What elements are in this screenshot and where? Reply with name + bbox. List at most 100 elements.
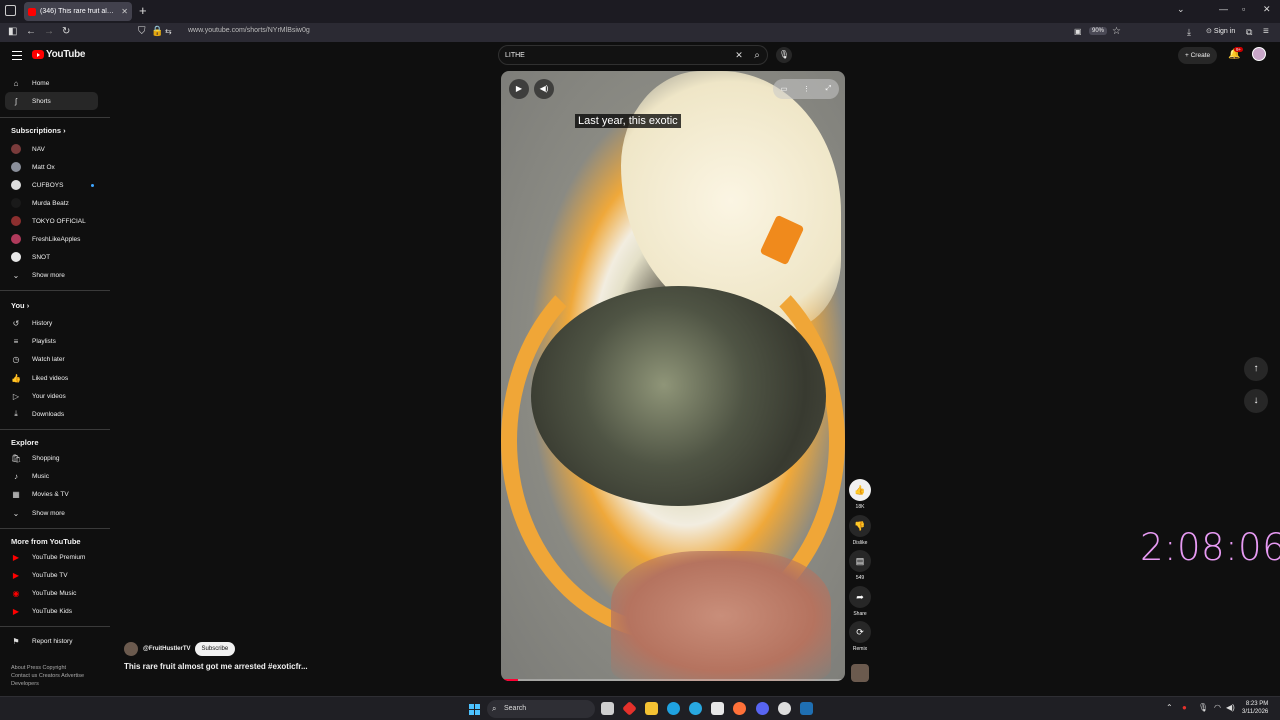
sound-thumbnail[interactable] (851, 664, 869, 682)
guide-item-watch-later[interactable]: ◷ Watch later (5, 350, 98, 368)
edge-alt-icon[interactable] (689, 702, 702, 715)
channel-name[interactable]: @FruitHustlerTV (143, 646, 191, 652)
close-tab-icon[interactable]: ✕ (121, 7, 128, 16)
downloads-icon[interactable]: ⤓ (1187, 26, 1191, 38)
new-tab-icon[interactable]: + (139, 3, 147, 19)
comments-action[interactable]: ▤ 549 (849, 550, 871, 581)
show-more-explore[interactable]: ⌄ Show more (5, 504, 98, 522)
fullscreen-icon[interactable]: ⤢ (826, 85, 832, 93)
clear-search-icon[interactable]: ✕ (731, 50, 747, 61)
windows-start-icon[interactable] (469, 704, 480, 715)
back-icon[interactable]: ← (26, 26, 36, 38)
sidebar-item-nav[interactable]: NAV (5, 140, 98, 158)
file-explorer-icon[interactable] (645, 702, 658, 715)
like-icon[interactable]: 👍 (849, 479, 871, 501)
captions-icon[interactable]: ▭ (781, 85, 788, 93)
share-icon[interactable]: ➦ (849, 586, 871, 608)
you-header[interactable]: You › (11, 301, 29, 310)
guide-item-youtube-kids[interactable]: ▶ YouTube Kids (5, 602, 98, 620)
wifi-icon[interactable]: ◠ (1214, 703, 1221, 712)
extensions-icon[interactable]: ⧉ (1246, 26, 1252, 38)
guide-item-your-videos[interactable]: ▷ Your videos (5, 387, 98, 405)
guide-item-report-history[interactable]: ⚑ Report history (5, 632, 98, 650)
permissions-icon[interactable]: ⇆ (165, 26, 172, 38)
voice-search-icon[interactable]: 🎙 (776, 47, 792, 63)
minimize-icon[interactable]: — (1219, 4, 1228, 14)
search-box[interactable]: LITHE ✕ ⌕ (498, 45, 768, 65)
browser-tab[interactable]: (346) This rare fruit almost got ✕ (24, 2, 132, 21)
youtube-logo[interactable]: YouTube (32, 49, 86, 60)
guide-item-youtube-music[interactable]: ◉ YouTube Music (5, 584, 98, 602)
url-bar[interactable]: www.youtube.com/shorts/NYrMlBsiw0g (188, 27, 310, 34)
next-short-arrow-down-icon[interactable]: ↓ (1244, 389, 1268, 413)
steam-icon[interactable] (800, 702, 813, 715)
tray-chevron-up-icon[interactable]: ⌃ (1166, 703, 1173, 712)
guide-item-shopping[interactable]: 🛍 Shopping (5, 449, 98, 467)
guide-item-liked-videos[interactable]: 👍 Liked videos (5, 369, 98, 387)
lock-icon[interactable]: 🔒 (151, 26, 163, 38)
footer-links[interactable]: About Press Copyright (11, 664, 103, 672)
volume-icon[interactable]: ◀) (534, 79, 554, 99)
more-options-icon[interactable]: ⋮ (803, 85, 810, 93)
guide-item-youtube-tv[interactable]: ▶ YouTube TV (5, 566, 98, 584)
show-more-subscriptions[interactable]: ⌄ Show more (5, 266, 98, 284)
comment-icon[interactable]: ▤ (849, 550, 871, 572)
like-action[interactable]: 👍 18K (849, 479, 871, 510)
guide-item-music[interactable]: ♪ Music (5, 467, 98, 485)
discord-icon[interactable] (756, 702, 769, 715)
guide-menu-icon[interactable] (12, 51, 22, 63)
reader-view-icon[interactable]: ▣ (1074, 26, 1082, 38)
guide-item-downloads[interactable]: ⤓ Downloads (5, 405, 98, 423)
footer-links[interactable]: Developers (11, 680, 103, 688)
guide-item-youtube-premium[interactable]: ▶ YouTube Premium (5, 548, 98, 566)
search-icon[interactable]: ⌕ (747, 50, 767, 61)
video-title[interactable]: This rare fruit almost got me arrested #… (124, 662, 308, 671)
dislike-action[interactable]: 👎 Dislike (849, 515, 871, 546)
tab-list-icon[interactable]: ⌄ (1177, 4, 1185, 15)
guide-item-history[interactable]: ↺ History (5, 314, 98, 332)
forward-icon[interactable]: → (44, 26, 54, 38)
sidebar-item-matt-ox[interactable]: Matt Ox (5, 158, 98, 176)
previous-short-arrow-up-icon[interactable]: ↑ (1244, 357, 1268, 381)
taskbar-search[interactable]: ⌕ Search (487, 700, 595, 718)
reload-icon[interactable]: ↻ (62, 26, 70, 38)
tray-app-icon[interactable]: ● (1182, 703, 1187, 712)
subscribe-button[interactable]: Subscribe (194, 642, 236, 656)
play-icon[interactable]: ▶ (509, 79, 529, 99)
firefox-icon[interactable] (733, 702, 746, 715)
guide-item-shorts[interactable]: ʃ Shorts (5, 92, 98, 110)
close-window-icon[interactable]: ✕ (1263, 4, 1271, 15)
browser-signin[interactable]: ⊙ Sign in (1206, 27, 1235, 35)
app-circle-icon[interactable] (778, 702, 791, 715)
share-action[interactable]: ➦ Share (849, 586, 871, 617)
task-view-icon[interactable] (601, 702, 614, 715)
sidebar-item-snot[interactable]: SNOT (5, 248, 98, 266)
volume-icon[interactable]: ◀) (1226, 703, 1235, 712)
edge-icon[interactable] (667, 702, 680, 715)
video-progress-bar[interactable] (501, 679, 845, 681)
sidebar-toggle-icon[interactable] (5, 5, 16, 16)
bookmark-star-icon[interactable]: ☆ (1112, 26, 1121, 38)
store-icon[interactable] (711, 702, 724, 715)
search-input[interactable]: LITHE (505, 52, 731, 59)
sidebar-item-freshlikeapples[interactable]: FreshLikeApples (5, 230, 98, 248)
maximize-icon[interactable]: ▫ (1242, 4, 1245, 14)
guide-item-playlists[interactable]: ≡ Playlists (5, 332, 98, 350)
taskbar-clock[interactable]: 8:23 PM 3/11/2026 (1242, 700, 1268, 716)
sidebar-item-tokyo-official[interactable]: TOKYO OFFICIAL (5, 212, 98, 230)
remix-icon[interactable]: ⟳ (849, 621, 871, 643)
subscriptions-header[interactable]: Subscriptions › (11, 126, 66, 135)
shield-icon[interactable]: ⛉ (138, 26, 146, 38)
channel-avatar[interactable] (124, 642, 138, 656)
app-red-diamond-icon[interactable] (622, 701, 637, 716)
account-avatar[interactable] (1252, 47, 1266, 61)
tray-mic-icon[interactable]: 🎙 (1198, 703, 1208, 712)
zoom-level[interactable]: 90% (1089, 27, 1108, 35)
guide-item-home[interactable]: ⌂ Home (5, 74, 98, 92)
sidebar-item-murda-beatz[interactable]: Murda Beatz (5, 194, 98, 212)
shorts-video-player[interactable]: ▶ ◀) ▭ ⋮ ⤢ Last year, this exotic (501, 71, 845, 681)
guide-item-movies-tv[interactable]: ▦ Movies & TV (5, 485, 98, 503)
dislike-icon[interactable]: 👎 (849, 515, 871, 537)
sidebar-panel-icon[interactable]: ◧ (8, 26, 17, 38)
create-button[interactable]: + Create (1178, 47, 1218, 64)
